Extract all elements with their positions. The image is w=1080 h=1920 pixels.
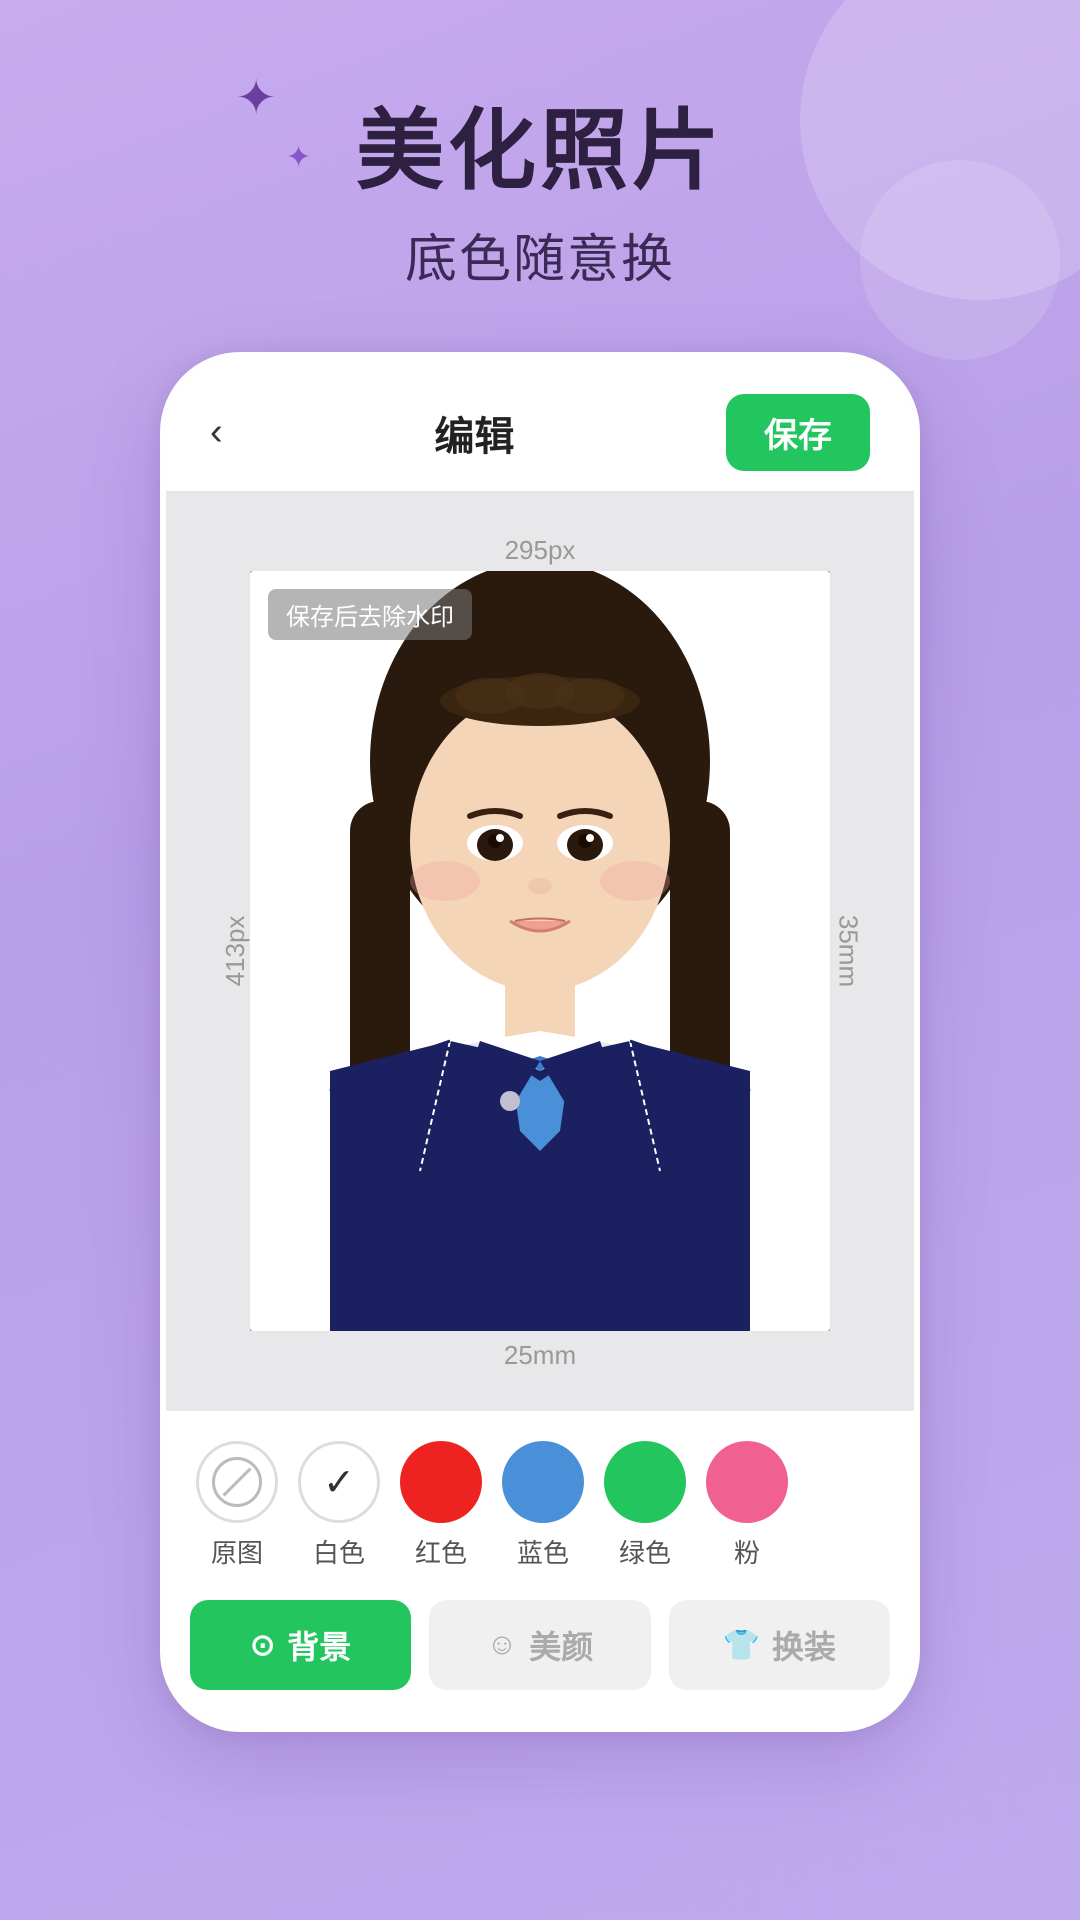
swatch-blue-label: 蓝色 xyxy=(517,1533,569,1570)
swatch-pink[interactable]: 粉 xyxy=(706,1441,788,1570)
dim-left-label: 413px xyxy=(220,916,251,987)
background-tab-icon: ⊙ xyxy=(250,1628,275,1663)
tab-beauty-label: 美颜 xyxy=(529,1622,593,1668)
swatch-red-label: 红色 xyxy=(415,1533,467,1570)
swatch-pink-label: 粉 xyxy=(734,1533,760,1570)
color-picker-area: 原图 ✓ 白色 红色 蓝色 绿色 xyxy=(166,1411,914,1590)
swatch-white[interactable]: ✓ 白色 xyxy=(298,1441,380,1570)
bottom-tabs: ⊙ 背景 ☺ 美颜 👕 换装 xyxy=(166,1590,914,1726)
swatch-blue[interactable]: 蓝色 xyxy=(502,1441,584,1570)
tab-outfit[interactable]: 👕 换装 xyxy=(669,1600,890,1690)
tab-outfit-label: 换装 xyxy=(772,1622,836,1668)
dim-right-label: 35mm xyxy=(832,915,863,987)
phone-topbar: ‹ 编辑 保存 xyxy=(166,358,914,491)
sparkle-left-icon: ✦ xyxy=(236,70,276,126)
swatch-original[interactable]: 原图 xyxy=(196,1441,278,1570)
swatch-red-circle xyxy=(400,1441,482,1523)
photo-inner: 保存后去除水印 xyxy=(250,571,830,1331)
sub-title: 底色随意换 xyxy=(405,217,675,292)
swatch-pink-circle xyxy=(706,1441,788,1523)
back-button[interactable]: ‹ xyxy=(210,411,223,454)
swatch-blue-circle xyxy=(502,1441,584,1523)
beauty-tab-icon: ☺ xyxy=(487,1628,518,1662)
swatch-green[interactable]: 绿色 xyxy=(604,1441,686,1570)
swatch-original-circle xyxy=(196,1441,278,1523)
outfit-tab-icon: 👕 xyxy=(723,1628,760,1663)
watermark-badge: 保存后去除水印 xyxy=(268,589,472,640)
swatch-green-label: 绿色 xyxy=(619,1533,671,1570)
sparkle-small-icon: ✦ xyxy=(286,140,311,175)
swatch-red[interactable]: 红色 xyxy=(400,1441,482,1570)
tab-beauty[interactable]: ☺ 美颜 xyxy=(429,1600,650,1690)
person-photo xyxy=(250,571,830,1331)
phone-mockup: ‹ 编辑 保存 295px 25mm 413px 35mm 保存后去除水印 xyxy=(160,352,920,1732)
photo-area: 295px 25mm 413px 35mm 保存后去除水印 xyxy=(166,491,914,1411)
swatch-green-circle xyxy=(604,1441,686,1523)
tab-background[interactable]: ⊙ 背景 xyxy=(190,1600,411,1690)
photo-frame: 295px 25mm 413px 35mm 保存后去除水印 xyxy=(250,571,830,1331)
header-area: ✦ ✦ 美化照片 底色随意换 xyxy=(356,80,724,292)
swatch-white-circle: ✓ xyxy=(298,1441,380,1523)
main-title: 美化照片 xyxy=(356,80,724,207)
dim-top-label: 295px xyxy=(505,535,576,566)
check-icon: ✓ xyxy=(323,1460,355,1505)
topbar-title: 编辑 xyxy=(434,404,514,462)
color-swatches: 原图 ✓ 白色 红色 蓝色 绿色 xyxy=(196,1441,884,1570)
tab-background-label: 背景 xyxy=(287,1622,351,1668)
swatch-white-label: 白色 xyxy=(313,1533,365,1570)
save-button[interactable]: 保存 xyxy=(726,394,870,471)
bg-circle-mid xyxy=(860,160,1060,360)
dim-bottom-label: 25mm xyxy=(504,1340,576,1371)
slash-icon xyxy=(212,1457,262,1507)
swatch-original-label: 原图 xyxy=(211,1533,263,1570)
